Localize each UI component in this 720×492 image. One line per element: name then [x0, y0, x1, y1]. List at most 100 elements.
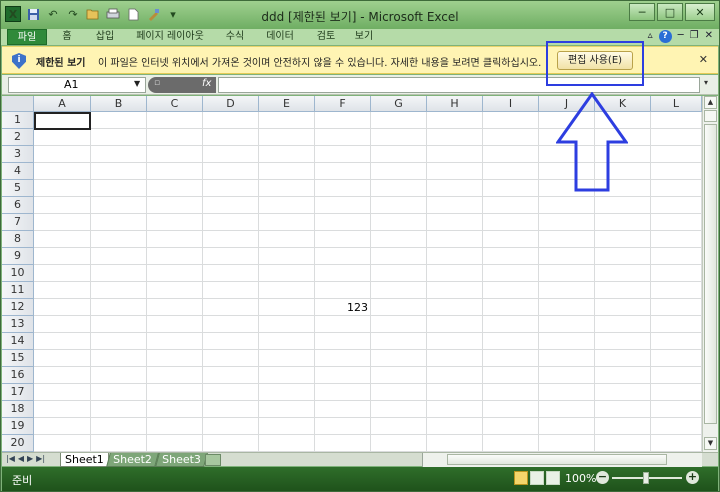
vertical-scroll-thumb[interactable] — [704, 124, 717, 424]
sheet-tab-sheet1[interactable]: Sheet1 — [60, 453, 109, 467]
sheet-tab-sheet2[interactable]: Sheet2 — [106, 453, 159, 467]
protected-view-title: 제한된 보기 — [36, 58, 86, 69]
first-sheet-icon[interactable]: |◀ — [6, 454, 15, 463]
ribbon-tabs: 파일 홈 삽입 페이지 레이아웃 수식 데이터 검토 보기 ▵ ? ─ ❐ ✕ — [1, 29, 719, 45]
column-header-d[interactable]: D — [203, 96, 259, 112]
column-header-f[interactable]: F — [315, 96, 371, 112]
zoom-slider-thumb[interactable] — [643, 472, 649, 484]
row-header-8[interactable]: 8 — [2, 231, 34, 248]
prev-sheet-icon[interactable]: ◀ — [18, 454, 24, 463]
row-header-12[interactable]: 12 — [2, 299, 34, 316]
status-bar: 준비 100% − + — [2, 467, 718, 491]
enable-editing-button[interactable]: 편집 사용(E) — [557, 51, 633, 70]
column-header-k[interactable]: K — [595, 96, 651, 112]
worksheet-grid[interactable]: A B C D E F G H I J K L 1 2 3 4 5 6 7 8 9 10 11 12 13 14 15 16 17 18 1… — [2, 96, 702, 452]
normal-view-icon[interactable] — [514, 471, 528, 485]
tab-formulas[interactable]: 수식 — [219, 29, 251, 45]
column-header-h[interactable]: H — [427, 96, 483, 112]
tab-page-layout[interactable]: 페이지 레이아웃 — [131, 29, 209, 45]
grid-vline — [650, 112, 651, 452]
grid-hline — [34, 264, 702, 265]
row-header-2[interactable]: 2 — [2, 129, 34, 146]
ribbon-minimize-icon[interactable]: ▵ — [648, 30, 653, 43]
row-header-10[interactable]: 10 — [2, 265, 34, 282]
row-header-9[interactable]: 9 — [2, 248, 34, 265]
zoom-in-icon[interactable]: + — [686, 471, 699, 484]
page-break-view-icon[interactable] — [546, 471, 560, 485]
tab-data[interactable]: 데이터 — [263, 29, 297, 45]
window-controls: ─ □ ✕ — [629, 3, 715, 21]
minimize-icon[interactable]: ─ — [629, 3, 655, 21]
select-all-corner[interactable] — [2, 96, 34, 112]
row-header-15[interactable]: 15 — [2, 350, 34, 367]
scroll-down-icon[interactable]: ▼ — [704, 437, 717, 450]
row-header-19[interactable]: 19 — [2, 418, 34, 435]
tab-review[interactable]: 검토 — [311, 29, 341, 45]
next-sheet-icon[interactable]: ▶ — [27, 454, 33, 463]
grid-hline — [34, 383, 702, 384]
status-mode: 준비 — [12, 474, 33, 487]
last-sheet-icon[interactable]: ▶| — [36, 454, 45, 463]
scroll-up-icon[interactable]: ▲ — [704, 96, 717, 109]
column-header-l[interactable]: L — [651, 96, 702, 112]
name-box[interactable]: A1 — [8, 77, 146, 93]
row-header-11[interactable]: 11 — [2, 282, 34, 299]
row-header-17[interactable]: 17 — [2, 384, 34, 401]
selected-cell-a1[interactable] — [34, 112, 91, 130]
grid-hline — [34, 247, 702, 248]
row-header-5[interactable]: 5 — [2, 180, 34, 197]
close-icon[interactable]: ✕ — [699, 53, 708, 66]
column-header-b[interactable]: B — [91, 96, 147, 112]
row-header-20[interactable]: 20 — [2, 435, 34, 452]
zoom-level[interactable]: 100% — [565, 472, 596, 485]
formula-bar: A1 ▼ ▫ fx ▾ — [2, 75, 718, 95]
chevron-down-icon[interactable]: ▼ — [134, 79, 140, 88]
column-header-e[interactable]: E — [259, 96, 315, 112]
insert-function-button[interactable]: fx — [202, 78, 211, 89]
expand-formula-bar-icon[interactable]: ▾ — [704, 78, 714, 92]
row-header-7[interactable]: 7 — [2, 214, 34, 231]
grid-vline — [370, 112, 371, 452]
workbook-minimize-icon[interactable]: ─ — [678, 30, 684, 43]
tab-home[interactable]: 홈 — [55, 29, 79, 45]
column-header-g[interactable]: G — [371, 96, 427, 112]
column-header-c[interactable]: C — [147, 96, 203, 112]
help-icon[interactable]: ? — [658, 30, 672, 43]
tab-insert[interactable]: 삽입 — [89, 29, 121, 45]
view-buttons — [514, 471, 560, 485]
vertical-scrollbar[interactable]: ▲ ▼ — [702, 96, 718, 452]
zoom-out-icon[interactable]: − — [596, 471, 609, 484]
grid-hline — [34, 417, 702, 418]
row-header-14[interactable]: 14 — [2, 333, 34, 350]
cell-f12[interactable]: 123 — [314, 301, 368, 314]
row-header-6[interactable]: 6 — [2, 197, 34, 214]
column-header-a[interactable]: A — [34, 96, 91, 112]
page-layout-view-icon[interactable] — [530, 471, 544, 485]
column-header-j[interactable]: J — [539, 96, 595, 112]
row-header-16[interactable]: 16 — [2, 367, 34, 384]
grip-icon: ▫ — [154, 78, 161, 88]
maximize-icon[interactable]: □ — [657, 3, 683, 21]
horizontal-scrollbar[interactable] — [422, 453, 702, 467]
formula-input[interactable] — [218, 77, 700, 93]
workbook-close-icon[interactable]: ✕ — [705, 30, 713, 43]
row-header-3[interactable]: 3 — [2, 146, 34, 163]
row-header-18[interactable]: 18 — [2, 401, 34, 418]
row-header-13[interactable]: 13 — [2, 316, 34, 333]
row-header-4[interactable]: 4 — [2, 163, 34, 180]
horizontal-scroll-thumb[interactable] — [447, 454, 667, 465]
grid-vline — [482, 112, 483, 452]
tab-file[interactable]: 파일 — [7, 29, 47, 45]
window-title: ddd [제한된 보기] - Microsoft Excel — [261, 10, 459, 24]
workbook-restore-icon[interactable]: ❐ — [690, 30, 699, 43]
insert-sheet-icon[interactable] — [205, 454, 221, 466]
sheet-tab-sheet3[interactable]: Sheet3 — [155, 453, 208, 467]
row-header-1[interactable]: 1 — [2, 112, 34, 129]
tab-view[interactable]: 보기 — [349, 29, 379, 45]
split-handle[interactable] — [704, 110, 717, 122]
close-icon[interactable]: ✕ — [685, 3, 715, 21]
column-header-i[interactable]: I — [483, 96, 539, 112]
title-bar: X ↶ ↷ ▾ ddd [제한된 보기] - Microsoft Excel ─ — [1, 1, 719, 29]
grid-hline — [34, 434, 702, 435]
protected-view-message[interactable]: 이 파일은 인터넷 위치에서 가져온 것이며 안전하지 않을 수 있습니다. 자… — [98, 54, 541, 69]
